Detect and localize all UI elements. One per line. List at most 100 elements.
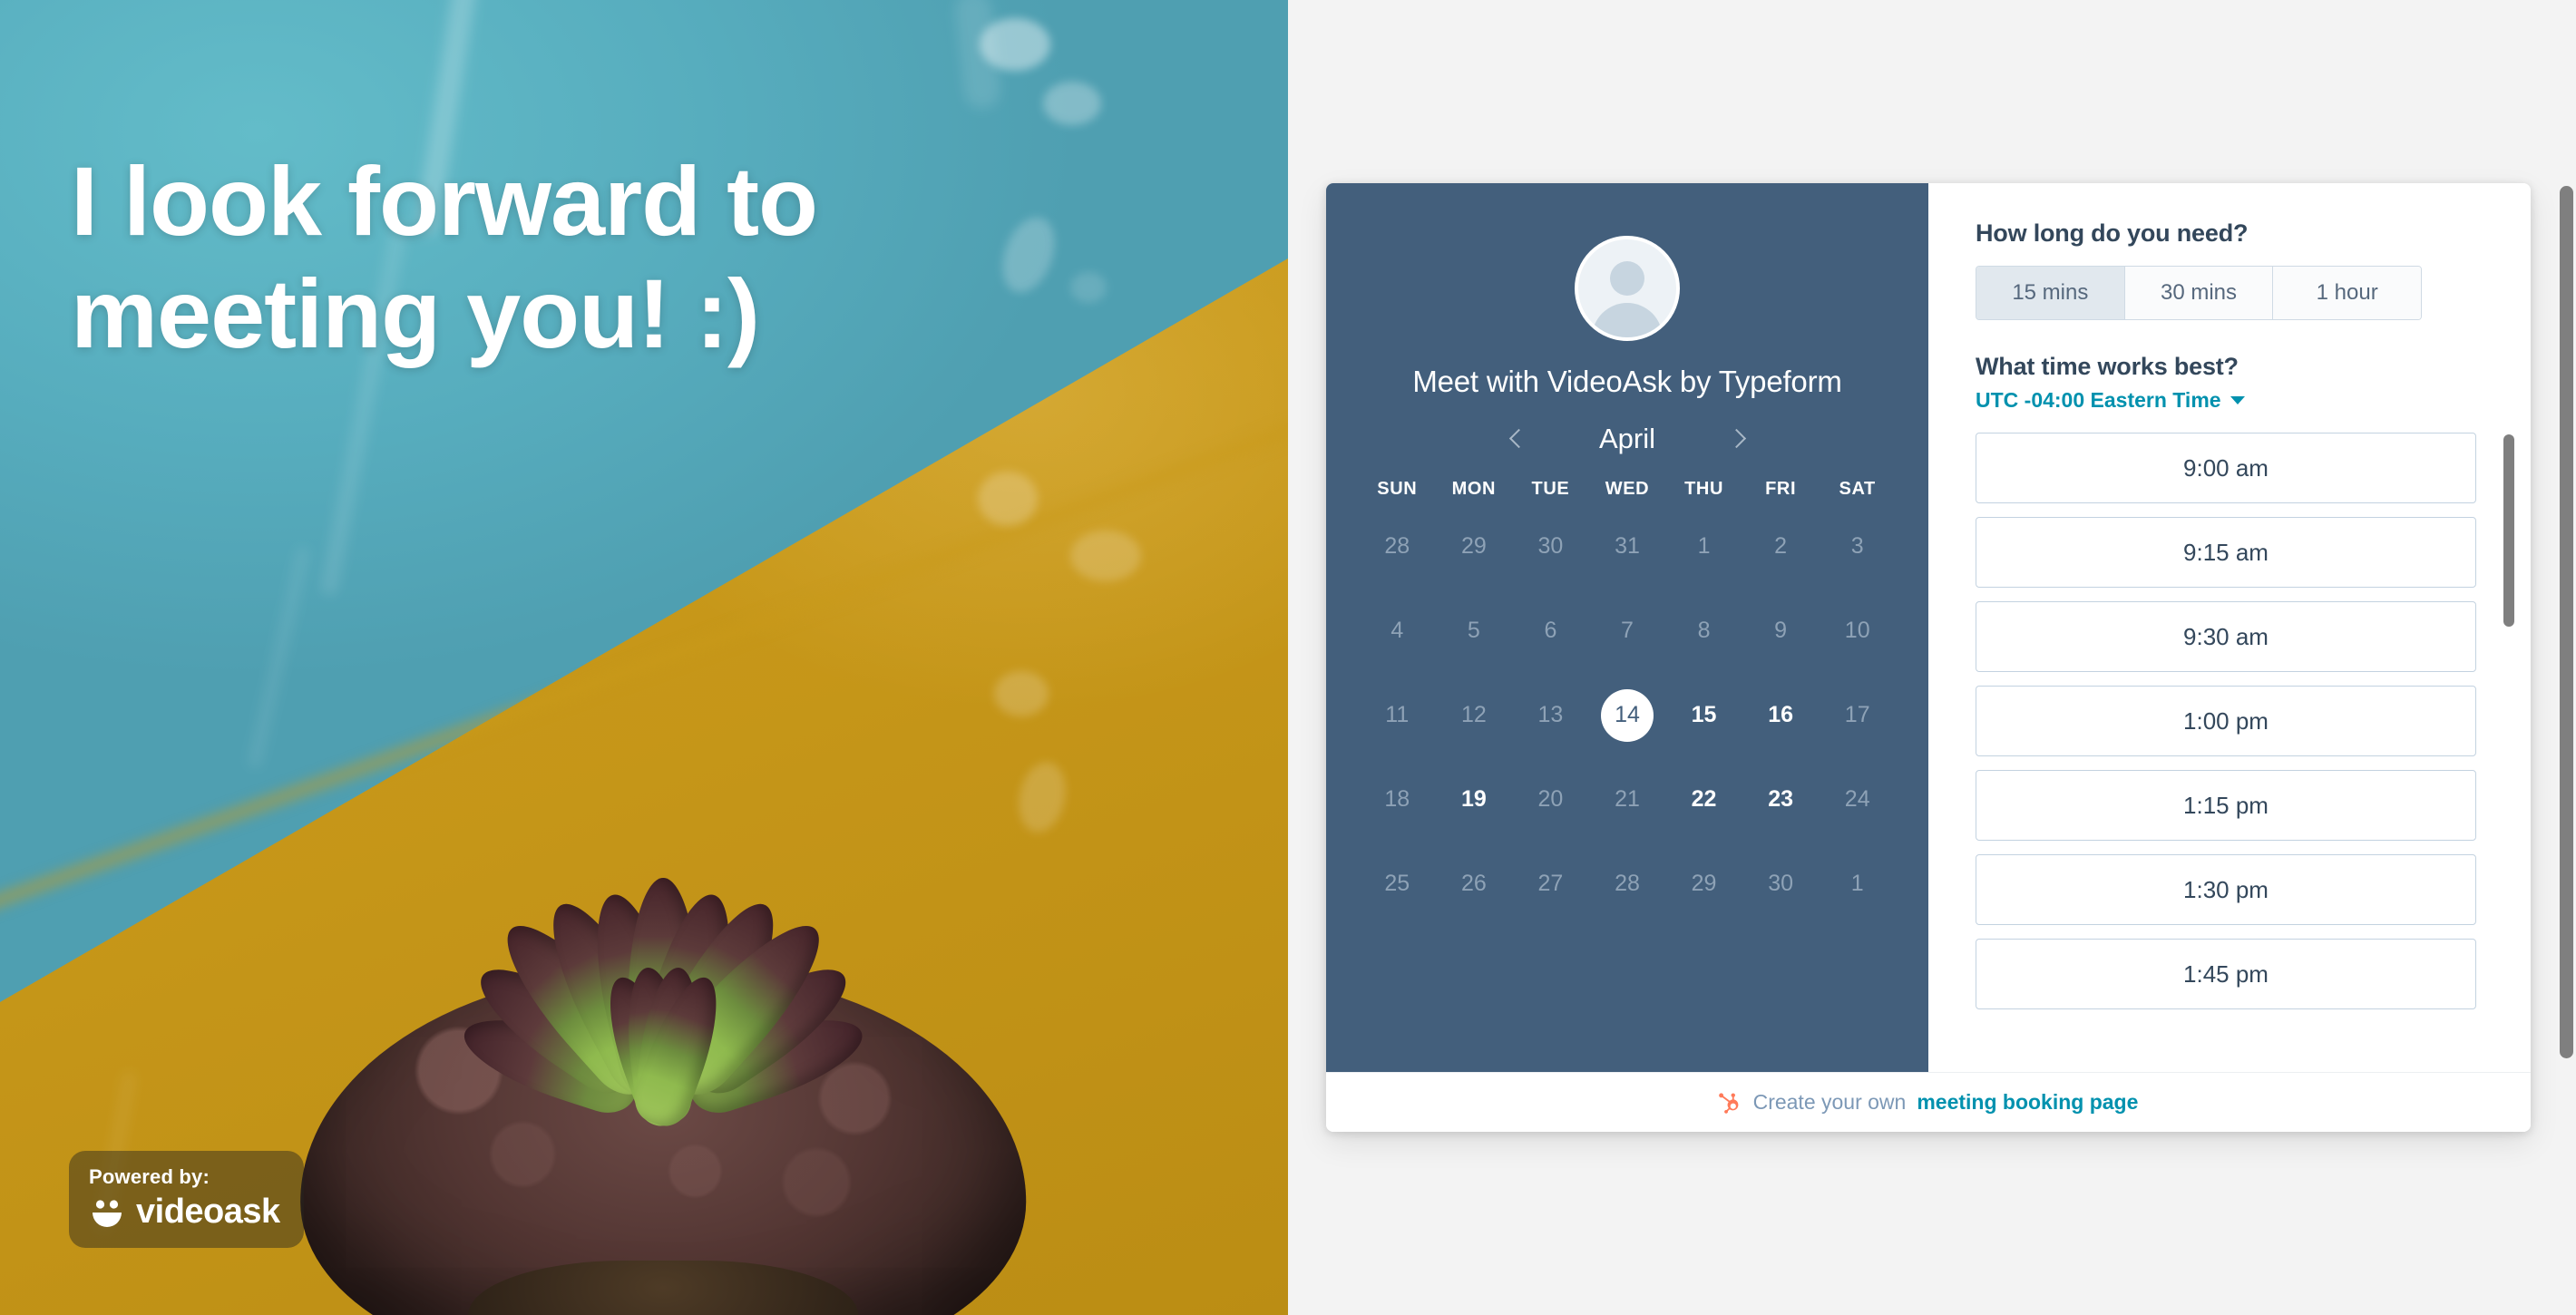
calendar-day-label: 15	[1691, 702, 1717, 727]
calendar-day-28: 28	[1589, 846, 1666, 921]
calendar-day-17: 17	[1819, 677, 1896, 753]
calendar-day-15[interactable]: 15	[1665, 677, 1742, 753]
calendar-day-label: 3	[1850, 533, 1864, 559]
calendar-day-label: 26	[1460, 871, 1487, 896]
time-slot-button[interactable]: 1:15 pm	[1976, 770, 2476, 841]
calendar-day-24: 24	[1819, 762, 1896, 837]
weekday-header: WED	[1605, 479, 1650, 499]
calendar-day-label: 13	[1537, 702, 1564, 727]
videoask-logo: videoask	[89, 1193, 280, 1232]
booking-card: Meet with VideoAsk by Typeform April SUN…	[1326, 183, 2531, 1132]
calendar-week-row: 11 12 13 14 15 16 17	[1359, 677, 1896, 753]
calendar-day-label: 6	[1544, 618, 1557, 643]
calendar-week-row: 25 26 27 28 29 30 1	[1359, 846, 1896, 921]
next-month-icon[interactable]	[1726, 429, 1746, 449]
weekday-header: MON	[1451, 479, 1497, 499]
chevron-down-icon	[2230, 396, 2245, 404]
page-title: I look forward to meeting you! :)	[71, 146, 818, 369]
calendar-day-label: 8	[1697, 618, 1711, 643]
calendar-day-10: 10	[1819, 593, 1896, 668]
water-droplet	[1070, 531, 1141, 581]
calendar-day-label: 27	[1537, 871, 1564, 896]
timezone-selector[interactable]: UTC -04:00 Eastern Time	[1976, 388, 2531, 413]
calendar-week-row: 4 5 6 7 8 9 10	[1359, 593, 1896, 668]
calendar-day-1: 1	[1819, 846, 1896, 921]
card-footer: Create your own meeting booking page	[1326, 1072, 2531, 1132]
calendar-day-25: 25	[1359, 846, 1436, 921]
calendar-day-4: 4	[1359, 593, 1436, 668]
time-slot-button[interactable]: 9:30 am	[1976, 601, 2476, 672]
duration-option-30-mins[interactable]: 30 mins	[2124, 267, 2274, 319]
weekday-header: TUE	[1531, 479, 1570, 499]
duration-option-15-mins[interactable]: 15 mins	[1976, 267, 2125, 319]
calendar-day-23[interactable]: 23	[1742, 762, 1820, 837]
calendar-day-26: 26	[1436, 846, 1513, 921]
calendar-day-label: 29	[1691, 871, 1717, 896]
calendar-day-21: 21	[1589, 762, 1666, 837]
calendar-day-label: 20	[1537, 786, 1564, 812]
calendar-day-label: 31	[1615, 533, 1640, 559]
calendar-day-22[interactable]: 22	[1665, 762, 1742, 837]
page-scrollbar-thumb[interactable]	[2560, 186, 2573, 1058]
calendar-day-11: 11	[1359, 677, 1436, 753]
duration-toggle-group[interactable]: 15 mins 30 mins 1 hour	[1976, 266, 2422, 320]
calendar-day-31: 31	[1589, 509, 1666, 584]
previous-month-icon[interactable]	[1508, 429, 1528, 449]
calendar-day-16[interactable]: 16	[1742, 677, 1820, 753]
calendar-day-30: 30	[1512, 509, 1589, 584]
avatar	[1575, 236, 1680, 341]
calendar-day-label: 21	[1615, 786, 1640, 812]
calendar-day-14[interactable]: 14	[1589, 677, 1666, 753]
time-slot-button[interactable]: 1:30 pm	[1976, 854, 2476, 925]
water-droplet	[978, 472, 1038, 526]
smiley-face-icon	[89, 1194, 125, 1231]
time-slot-button[interactable]: 1:00 pm	[1976, 686, 2476, 756]
calendar-day-27: 27	[1512, 846, 1589, 921]
calendar-day-label: 25	[1384, 871, 1410, 896]
calendar-day-label: 7	[1621, 618, 1634, 643]
hubspot-sprocket-icon	[1718, 1091, 1742, 1115]
time-slot-items: 9:00 am 9:15 am 9:30 am 1:00 pm 1:15 pm 1:30 …	[1976, 433, 2476, 1009]
calendar-day-6: 6	[1512, 593, 1589, 668]
avatar-body	[1592, 303, 1663, 337]
time-question: What time works best?	[1976, 353, 2239, 380]
water-droplet	[980, 18, 1050, 71]
calendar-day-label: 29	[1460, 533, 1487, 559]
calendar-week-row: 18 19 20 21 22 23 24	[1359, 762, 1896, 837]
calendar-day-19[interactable]: 19	[1436, 762, 1513, 837]
calendar-day-label: 4	[1390, 618, 1404, 643]
calendar-day-label: 16	[1768, 702, 1794, 727]
calendar-day-28: 28	[1359, 509, 1436, 584]
host-title: Meet with VideoAsk by Typeform	[1412, 365, 1842, 398]
calendar-week-row: 28 29 30 31 1 2 3	[1359, 509, 1896, 584]
meeting-booking-page-link[interactable]: meeting booking page	[1917, 1090, 2138, 1115]
weekday-header: SAT	[1839, 479, 1876, 499]
water-droplet	[1043, 82, 1101, 125]
time-slot-list[interactable]: 9:00 am 9:15 am 9:30 am 1:00 pm 1:15 pm 1:30 …	[1976, 433, 2531, 1072]
calendar-day-label: 2	[1774, 533, 1788, 559]
calendar-day-label: 5	[1467, 618, 1480, 643]
time-slot-button[interactable]: 1:45 pm	[1976, 939, 2476, 1009]
calendar-day-7: 7	[1589, 593, 1666, 668]
calendar-day-9: 9	[1742, 593, 1820, 668]
video-pane[interactable]: I look forward to meeting you! :) Powere…	[0, 0, 1288, 1315]
calendar-day-12: 12	[1436, 677, 1513, 753]
calendar-day-label: 17	[1844, 702, 1870, 727]
calendar-day-3: 3	[1819, 509, 1896, 584]
calendar-day-label: 1	[1850, 871, 1864, 896]
calendar-day-29: 29	[1436, 509, 1513, 584]
calendar-day-label: 28	[1384, 533, 1410, 559]
powered-by-label: Powered by:	[89, 1165, 210, 1188]
duration-option-1-hour[interactable]: 1 hour	[2273, 267, 2421, 319]
calendar-day-13: 13	[1512, 677, 1589, 753]
time-slot-button[interactable]: 9:15 am	[1976, 517, 2476, 588]
videoask-wordmark: videoask	[136, 1193, 280, 1231]
calendar-day-30: 30	[1742, 846, 1820, 921]
month-label: April	[1598, 423, 1655, 454]
videoask-badge[interactable]: Powered by: videoask	[69, 1151, 304, 1248]
booking-card-body: Meet with VideoAsk by Typeform April SUN…	[1326, 183, 2531, 1072]
calendar-day-label: 9	[1774, 618, 1788, 643]
calendar-day-label: 14	[1600, 688, 1654, 742]
slot-scrollbar-thumb[interactable]	[2503, 434, 2514, 627]
time-slot-button[interactable]: 9:00 am	[1976, 433, 2476, 503]
